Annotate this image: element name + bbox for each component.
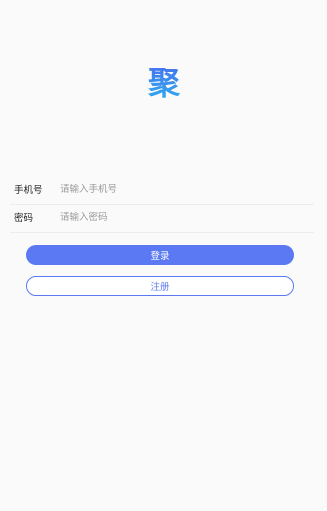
password-field-row: 密码 (10, 202, 314, 233)
password-input[interactable] (60, 211, 314, 223)
phone-input[interactable] (60, 183, 314, 195)
password-label: 密码 (14, 213, 34, 224)
phone-label: 手机号 (14, 185, 43, 196)
login-button[interactable]: 登录 (26, 245, 294, 265)
app-logo: 聚 (143, 62, 185, 104)
login-screen: 聚 手机号 密码 登录 注册 (0, 0, 327, 511)
phone-field-row: 手机号 (10, 174, 314, 205)
register-button[interactable]: 注册 (26, 276, 294, 296)
